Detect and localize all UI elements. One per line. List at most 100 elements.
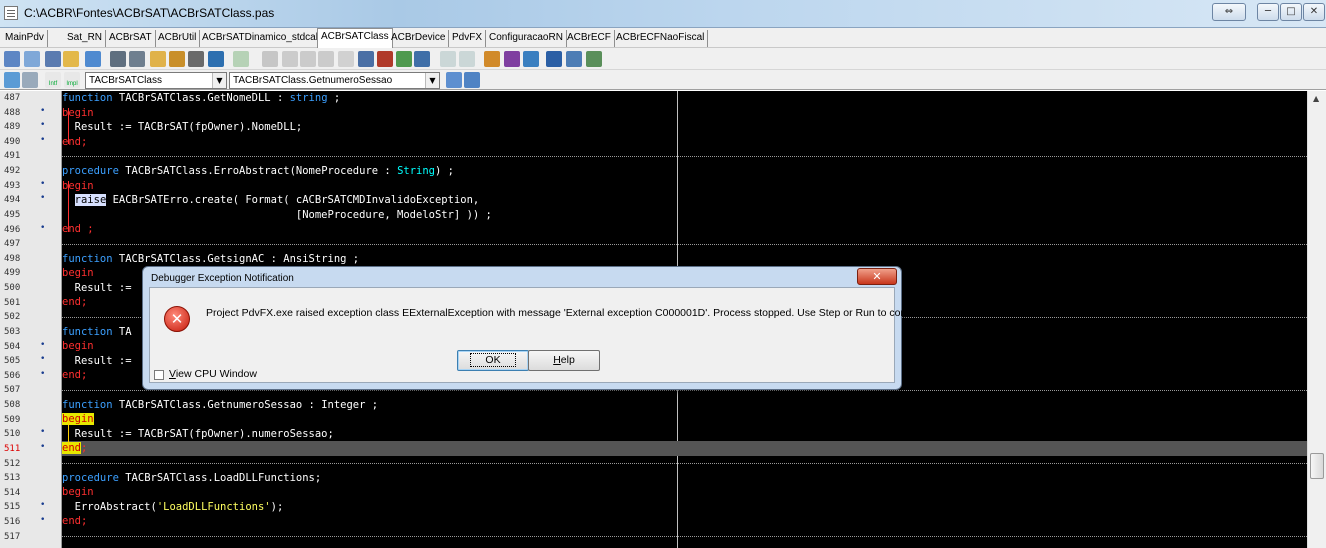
breakpoint-dot-icon[interactable]: • xyxy=(40,427,45,437)
line-number[interactable]: 513 xyxy=(0,471,62,486)
class-selector[interactable]: TACBrSATClass ▼ xyxy=(85,72,227,89)
line-number[interactable]: 498 xyxy=(0,252,62,267)
implementation-icon[interactable]: Impl xyxy=(64,72,80,88)
breakpoint-dot-icon[interactable]: • xyxy=(40,500,45,510)
tab-acbrsatdinamico[interactable]: ACBrSATDinamico_stdcall xyxy=(199,30,325,47)
component-palette-icon[interactable] xyxy=(484,51,500,67)
tab-acbrdevice[interactable]: ACBrDevice xyxy=(388,30,450,47)
ok-button[interactable]: OK xyxy=(457,350,529,371)
view-cpu-window-checkbox[interactable] xyxy=(154,370,164,380)
trace-into-icon[interactable] xyxy=(282,51,298,67)
remove-file-icon[interactable] xyxy=(208,51,224,67)
line-number[interactable]: 496 xyxy=(0,223,62,238)
breakpoint-dot-icon[interactable]: • xyxy=(40,369,45,379)
debug-icon[interactable] xyxy=(414,51,430,67)
code-line-495[interactable]: [NomeProcedure, ModeloStr] )) ; xyxy=(62,208,1307,223)
compile-icon[interactable] xyxy=(396,51,412,67)
code-structure-icon[interactable] xyxy=(464,72,480,88)
line-number[interactable]: 509 xyxy=(0,413,62,428)
undo-icon[interactable] xyxy=(440,51,456,67)
run-icon[interactable] xyxy=(233,51,249,67)
line-number[interactable]: 512 xyxy=(0,457,62,472)
tab-sat-rn[interactable]: Sat_RN xyxy=(64,30,107,47)
maximize-button[interactable]: □ xyxy=(1280,3,1302,21)
breakpoint-dot-icon[interactable]: • xyxy=(40,193,45,203)
watch-list-icon[interactable] xyxy=(566,51,582,67)
line-number[interactable]: 491 xyxy=(0,149,62,164)
chevron-down-icon[interactable]: ▼ xyxy=(425,73,439,88)
new-unit-icon[interactable] xyxy=(4,51,20,67)
code-line-488[interactable]: begin xyxy=(62,106,1307,121)
breakpoint-dot-icon[interactable]: • xyxy=(40,135,45,145)
line-number[interactable]: 500 xyxy=(0,281,62,296)
save-all-icon[interactable] xyxy=(129,51,145,67)
line-number[interactable]: 489 xyxy=(0,120,62,135)
code-line-508[interactable]: function TACBrSATClass.GetnumeroSessao :… xyxy=(62,398,1307,413)
code-line-516[interactable]: end; xyxy=(62,514,1307,529)
code-line-492[interactable]: procedure TACBrSATClass.ErroAbstract(Nom… xyxy=(62,164,1307,179)
code-line-510[interactable]: Result := TACBrSAT(fpOwner).numeroSessao… xyxy=(62,427,1307,442)
breakpoint-dot-icon[interactable]: • xyxy=(40,106,45,116)
line-number[interactable]: 516 xyxy=(0,515,62,530)
code-line-515[interactable]: ErroAbstract('LoadDLLFunctions'); xyxy=(62,500,1307,515)
line-number[interactable]: 501 xyxy=(0,296,62,311)
line-number[interactable]: 511 xyxy=(0,442,62,457)
breakpoint-dot-icon[interactable]: • xyxy=(40,442,45,452)
tab-acbrecf[interactable]: ACBrECF xyxy=(564,30,615,47)
close-button[interactable]: ✕ xyxy=(1303,3,1325,21)
tab-pdvfx[interactable]: PdvFX xyxy=(449,30,487,47)
line-number-gutter[interactable]: 487 488 • 489 • 490 • 491 492 493 • 494 • 495 496 • 497 4… xyxy=(0,91,62,548)
code-line-493[interactable]: begin xyxy=(62,179,1307,194)
bookmark-icon[interactable] xyxy=(358,51,374,67)
step-over-icon[interactable] xyxy=(300,51,316,67)
add-file-icon[interactable] xyxy=(188,51,204,67)
line-number[interactable]: 505 xyxy=(0,354,62,369)
new-items-icon[interactable] xyxy=(85,51,101,67)
breakpoint-dot-icon[interactable]: • xyxy=(40,179,45,189)
toggle-form-icon[interactable] xyxy=(24,51,40,67)
line-number[interactable]: 490 xyxy=(0,135,62,150)
open-project-icon[interactable] xyxy=(63,51,79,67)
scroll-up-arrow-icon[interactable]: ▲ xyxy=(1313,94,1319,103)
window-restore-button[interactable]: ⇔ xyxy=(1212,3,1246,21)
save-icon[interactable] xyxy=(110,51,126,67)
code-line-489[interactable]: Result := TACBrSAT(fpOwner).NomeDLL; xyxy=(62,120,1307,135)
code-line-511-current[interactable]: end; xyxy=(62,441,1307,456)
view-unit-icon[interactable] xyxy=(45,51,61,67)
code-line-498[interactable]: function TACBrSATClass.GetsignAC : AnsiS… xyxy=(62,252,1307,267)
view-cpu-window-label[interactable]: View CPU Window xyxy=(169,368,257,380)
line-number[interactable]: 495 xyxy=(0,208,62,223)
line-number[interactable]: 517 xyxy=(0,530,62,545)
line-number[interactable]: 497 xyxy=(0,237,62,252)
pause-icon[interactable] xyxy=(262,51,278,67)
tab-acbrsatclass[interactable]: ACBrSATClass xyxy=(317,28,393,48)
breakpoint-dot-icon[interactable]: • xyxy=(40,354,45,364)
breakpoint-dot-icon[interactable]: • xyxy=(40,340,45,350)
line-number[interactable]: 487 xyxy=(0,91,62,106)
line-number[interactable]: 503 xyxy=(0,325,62,340)
line-number[interactable]: 508 xyxy=(0,398,62,413)
breakpoint-dot-icon[interactable]: • xyxy=(40,515,45,525)
code-line-494[interactable]: raise EACBrSATErro.create( Format( cACBr… xyxy=(62,193,1307,208)
split-view-icon[interactable] xyxy=(22,72,38,88)
program-reset-icon[interactable] xyxy=(338,51,354,67)
line-number[interactable]: 504 xyxy=(0,340,62,355)
tab-configuracaorn[interactable]: ConfiguracaoRN xyxy=(486,30,567,47)
data-module-icon[interactable] xyxy=(523,51,539,67)
line-number[interactable]: 499 xyxy=(0,266,62,281)
code-line-509[interactable]: begin xyxy=(62,412,1307,427)
open-project-folder-icon[interactable] xyxy=(169,51,185,67)
line-number[interactable]: 494 xyxy=(0,193,62,208)
breakpoint-dot-icon[interactable]: • xyxy=(40,120,45,130)
cpu-window-icon[interactable] xyxy=(546,51,562,67)
tab-acbrsat[interactable]: ACBrSAT xyxy=(106,30,156,47)
code-line-514[interactable]: begin xyxy=(62,485,1307,500)
open-file-icon[interactable] xyxy=(150,51,166,67)
line-number[interactable]: 492 xyxy=(0,164,62,179)
interface-icon[interactable]: Intf xyxy=(45,72,61,88)
minimize-button[interactable]: ─ xyxy=(1257,3,1279,21)
breakpoint-dot-icon[interactable]: • xyxy=(40,223,45,233)
call-stack-icon[interactable] xyxy=(586,51,602,67)
form-designer-icon[interactable] xyxy=(504,51,520,67)
line-number[interactable]: 510 xyxy=(0,427,62,442)
